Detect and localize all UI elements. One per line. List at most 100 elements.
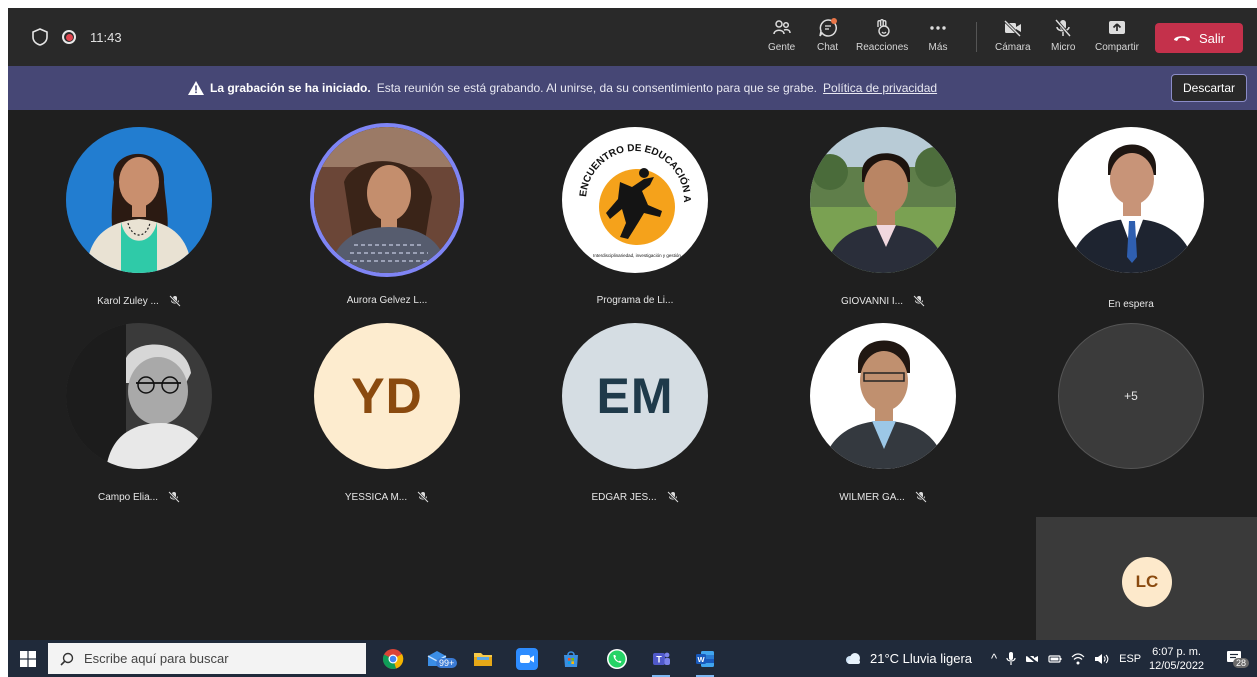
clock-time: 6:07 p. m.: [1152, 646, 1201, 658]
participant-status: En espera: [1108, 299, 1154, 310]
mic-muted-icon: [915, 491, 927, 503]
participant-photo: [66, 127, 212, 273]
svg-text:T: T: [656, 655, 662, 665]
word-app-icon[interactable]: W: [694, 648, 716, 677]
participant-name: Aurora Gelvez L...: [346, 295, 428, 306]
chat-label: Chat: [817, 42, 839, 53]
svg-text:W: W: [697, 655, 705, 664]
mic-button[interactable]: Micro: [1051, 18, 1075, 58]
recording-indicator-icon: [62, 30, 76, 44]
participant-tile[interactable]: GIOVANNI I...: [763, 127, 1003, 317]
chrome-app-icon[interactable]: [382, 648, 404, 670]
taskbar-search-input[interactable]: Escribe aquí para buscar: [48, 643, 366, 674]
weather-text: 21°C Lluvia ligera: [870, 651, 973, 666]
people-button[interactable]: Gente: [768, 18, 795, 58]
taskbar-clock[interactable]: 6:07 p. m. 12/05/2022: [1149, 645, 1204, 673]
logo-subtext: Interdisciplinariedad, investigación y g…: [593, 253, 681, 258]
participant-photo: [810, 127, 956, 273]
participant-name: Karol Zuley ...: [97, 295, 159, 307]
wifi-icon[interactable]: [1071, 652, 1085, 665]
mic-tray-icon[interactable]: [1006, 651, 1016, 666]
windows-start-icon[interactable]: [20, 651, 36, 667]
recording-banner: La grabación se ha iniciado. Esta reunió…: [8, 66, 1257, 110]
participant-tile[interactable]: Karol Zuley ...: [19, 127, 259, 317]
meeting-timer: 11:43: [90, 29, 122, 45]
mic-muted-icon: [913, 295, 925, 307]
participant-name: Campo Elia...: [97, 491, 159, 503]
participant-name: EDGAR JES...: [591, 491, 657, 503]
reactions-icon: [877, 19, 890, 37]
share-label: Compartir: [1095, 42, 1139, 53]
participant-tile[interactable]: YD YESSICA M...: [267, 323, 507, 513]
people-label: Gente: [768, 42, 796, 53]
participant-photo: [66, 323, 212, 469]
participant-name: Programa de Li...: [596, 295, 674, 306]
shield-icon[interactable]: [32, 28, 48, 46]
system-tray: ^ ESP: [991, 640, 1141, 677]
store-app-icon[interactable]: [560, 648, 582, 670]
participant-name: GIOVANNI I...: [840, 295, 904, 307]
file-explorer-icon[interactable]: [472, 648, 494, 670]
leave-label: Salir: [1198, 30, 1225, 46]
teams-meeting-window: 11:43 Gente Chat Reacciones Más Cámara M…: [8, 8, 1257, 640]
more-participants-tile[interactable]: +5: [1011, 323, 1251, 513]
banner-message: Esta reunión se está grabando. Al unirse…: [376, 81, 818, 95]
mic-off-icon: [1055, 19, 1072, 37]
banner-title: La grabación se ha iniciado.: [210, 81, 371, 95]
participant-photo: [1058, 127, 1204, 273]
notification-count: 28: [1233, 658, 1250, 668]
zoom-app-icon[interactable]: [516, 648, 538, 670]
chat-icon: [818, 18, 837, 37]
participant-tile-waiting[interactable]: En espera: [1011, 127, 1251, 317]
warning-icon: [188, 81, 204, 95]
camera-button[interactable]: Cámara: [995, 18, 1031, 58]
notification-center-icon[interactable]: 28: [1226, 650, 1250, 668]
more-button[interactable]: Más: [928, 18, 948, 58]
teams-app-icon[interactable]: T: [650, 648, 672, 677]
self-avatar: LC: [1122, 557, 1172, 607]
mail-badge: 99+: [436, 658, 458, 668]
participant-tile[interactable]: Campo Elia...: [19, 323, 259, 513]
dismiss-button[interactable]: Descartar: [1171, 74, 1247, 102]
clock-date: 12/05/2022: [1149, 660, 1205, 672]
people-icon: [772, 20, 791, 35]
participant-tile[interactable]: Aurora Gelvez L...: [267, 127, 507, 317]
more-label: Más: [928, 42, 948, 53]
chat-button[interactable]: Chat: [817, 18, 838, 58]
reactions-label: Reacciones: [856, 42, 909, 53]
volume-icon[interactable]: [1094, 653, 1110, 665]
leave-button[interactable]: Salir: [1155, 23, 1243, 53]
mic-muted-icon: [417, 491, 429, 503]
participant-photo: [810, 323, 956, 469]
participant-photo-speaking: [314, 127, 460, 273]
participant-tile[interactable]: EM EDGAR JES...: [515, 323, 755, 513]
participant-initials-avatar: EM: [562, 323, 708, 469]
participant-name: YESSICA M...: [344, 491, 408, 503]
chevron-up-icon[interactable]: ^: [991, 651, 997, 666]
share-button[interactable]: Compartir: [1095, 18, 1139, 58]
reactions-button[interactable]: Reacciones: [856, 18, 908, 58]
search-icon: [60, 652, 74, 666]
battery-icon[interactable]: [1048, 654, 1062, 664]
participant-tile[interactable]: ENCUENTRO DE EDUCACIÓN ARTÍSTICA Interdi…: [515, 127, 755, 317]
search-placeholder: Escribe aquí para buscar: [84, 651, 229, 666]
toolbar-divider: [976, 22, 977, 52]
avatar-initials: YD: [351, 368, 423, 424]
overflow-avatar[interactable]: +5: [1058, 323, 1204, 469]
overflow-count: +5: [1124, 389, 1138, 403]
mail-app-icon[interactable]: 99+: [426, 648, 458, 670]
privacy-policy-link[interactable]: Política de privacidad: [823, 81, 937, 95]
participant-logo: ENCUENTRO DE EDUCACIÓN ARTÍSTICA Interdi…: [562, 127, 708, 273]
self-preview[interactable]: LC: [1036, 517, 1257, 640]
participant-tile[interactable]: WILMER GA...: [763, 323, 1003, 513]
weather-widget[interactable]: 21°C Lluvia ligera: [844, 640, 972, 677]
mic-muted-icon: [169, 295, 181, 307]
mic-label: Micro: [1051, 42, 1076, 53]
whatsapp-app-icon[interactable]: [606, 648, 628, 670]
avatar-initials: EM: [596, 368, 674, 424]
more-icon: [930, 26, 946, 30]
camera-tray-icon[interactable]: [1025, 652, 1039, 665]
input-language[interactable]: ESP: [1119, 653, 1141, 665]
participant-name: WILMER GA...: [839, 491, 905, 503]
windows-taskbar: Escribe aquí para buscar 99+ T W 21°C Ll…: [8, 640, 1257, 677]
